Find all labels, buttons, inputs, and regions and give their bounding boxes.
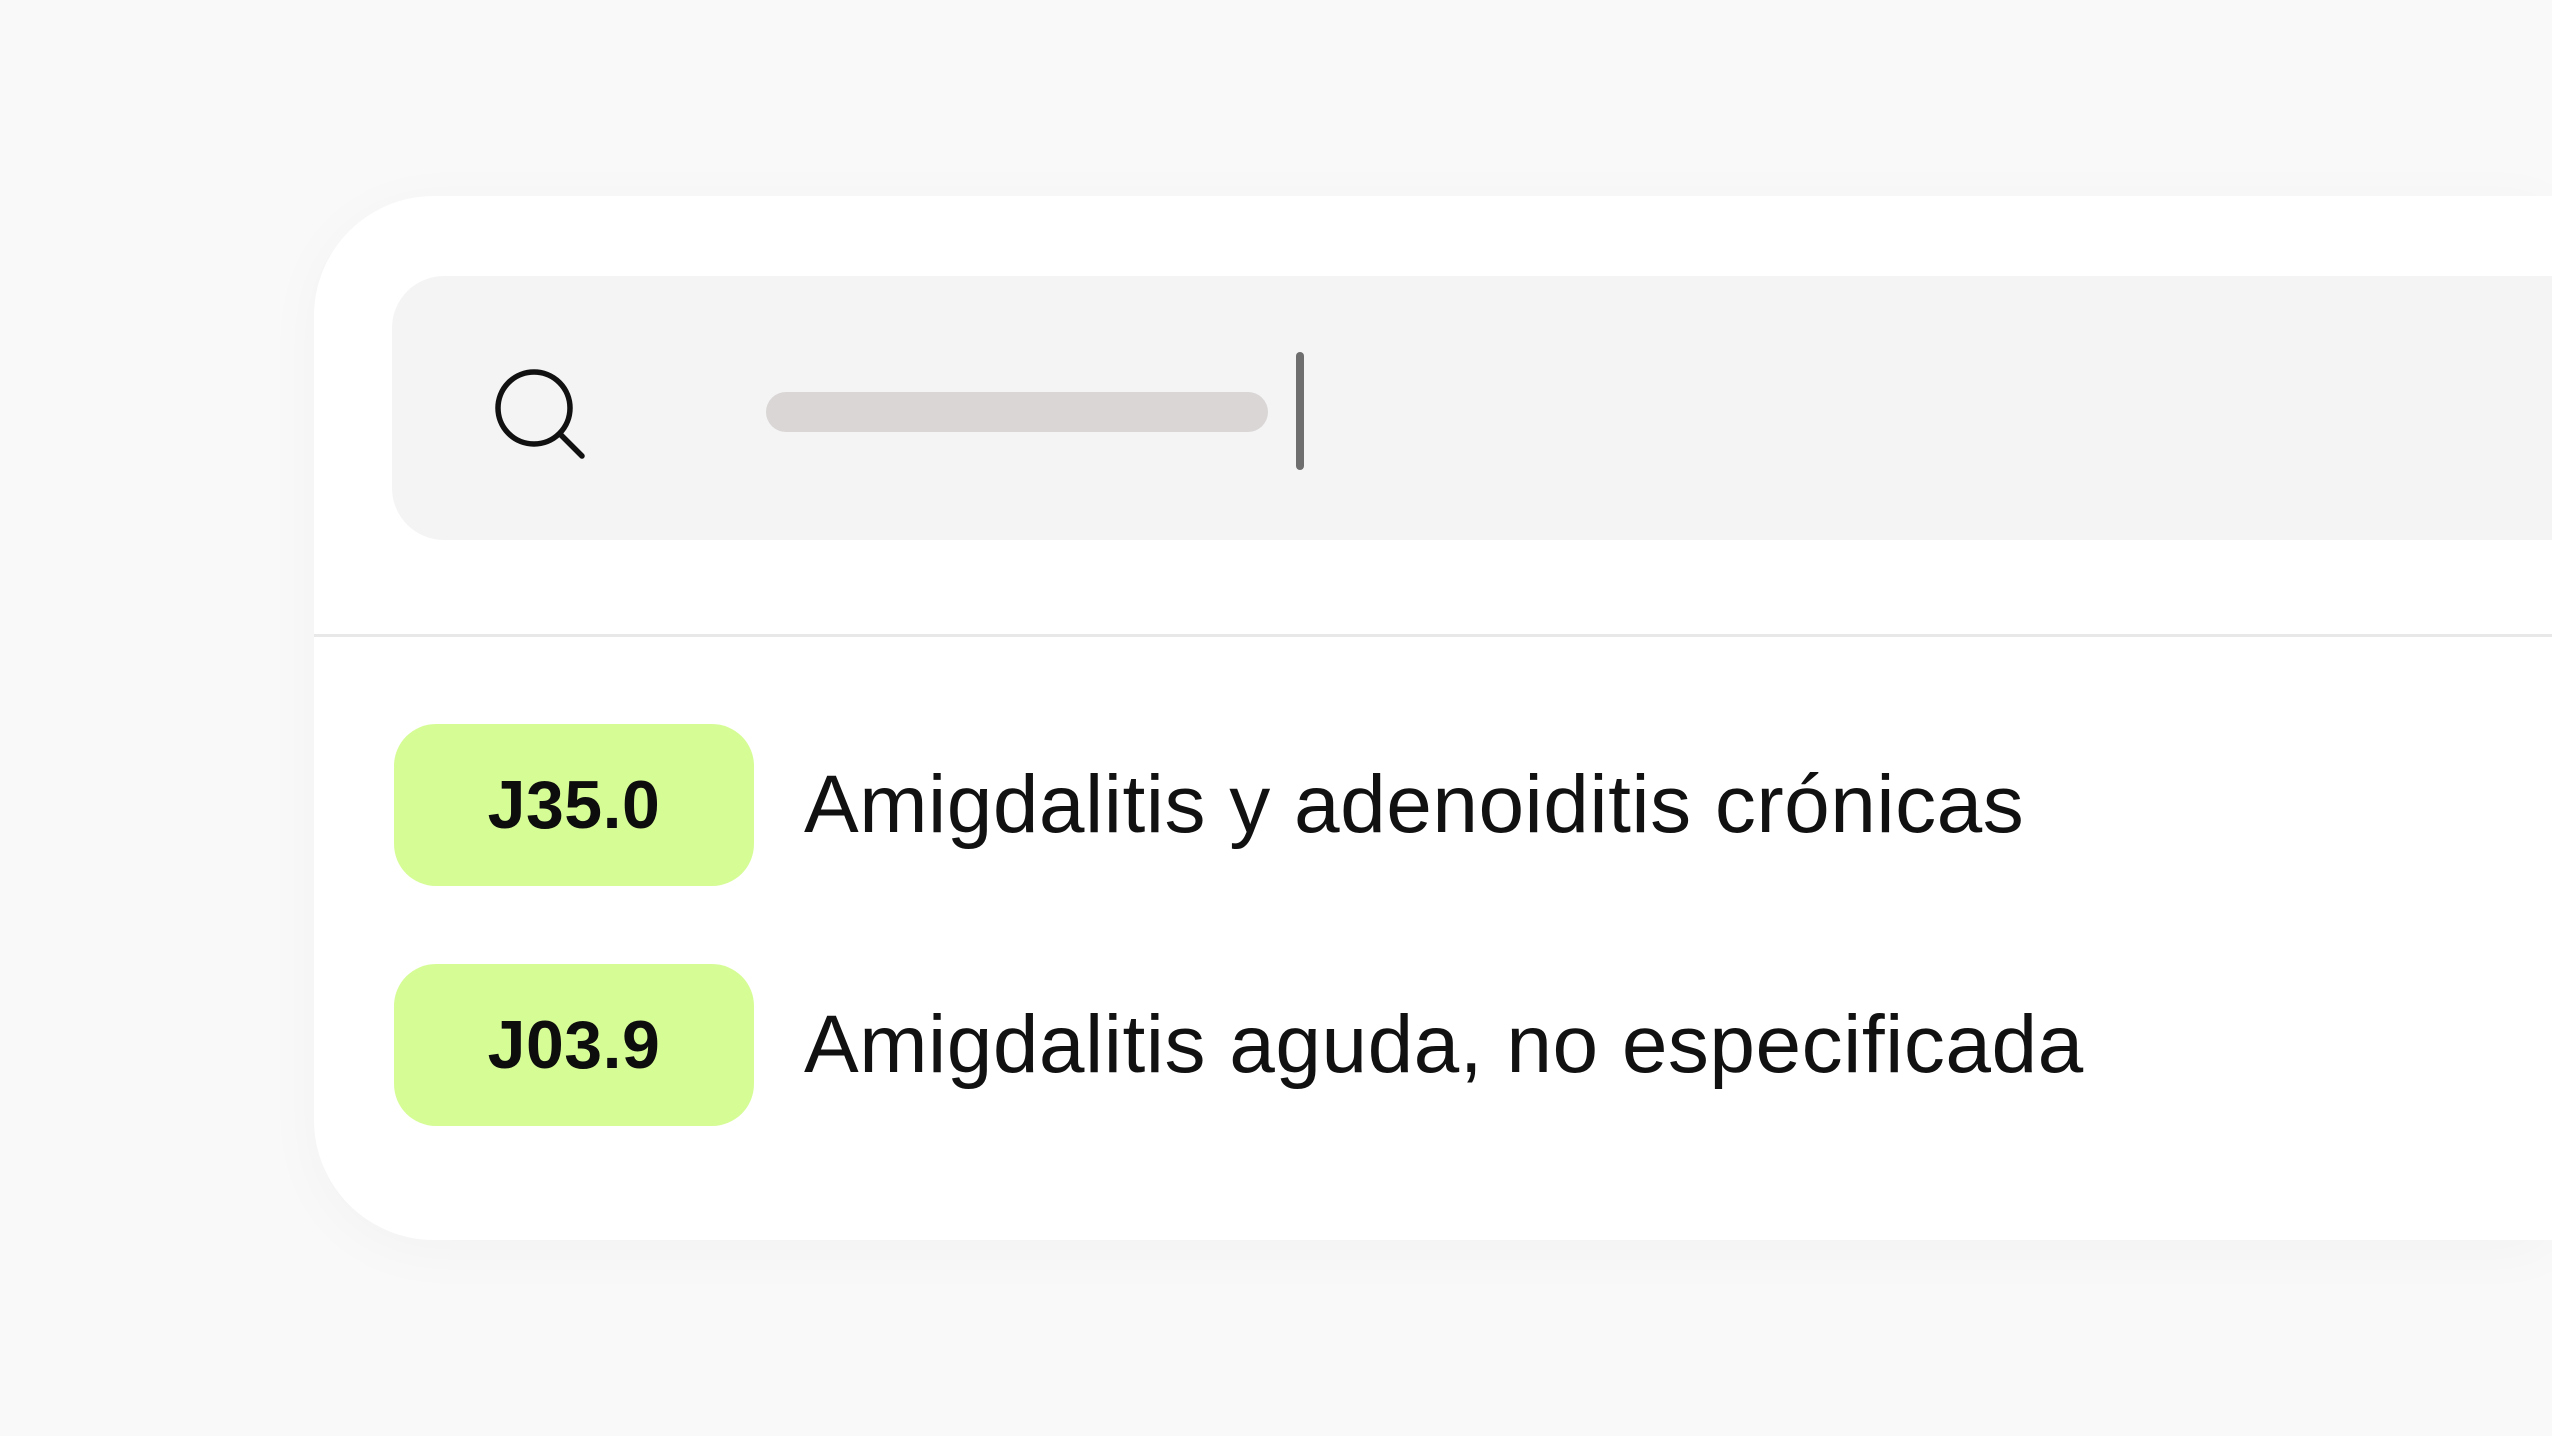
text-caret bbox=[1296, 352, 1304, 470]
search-bar[interactable] bbox=[392, 276, 2552, 540]
search-input[interactable] bbox=[682, 372, 1382, 452]
list-item[interactable]: J03.9 Amigdalitis aguda, no especificada bbox=[394, 964, 2494, 1126]
divider bbox=[314, 634, 2552, 637]
search-card: J35.0 Amigdalitis y adenoiditis crónicas… bbox=[314, 196, 2552, 1240]
code-badge: J35.0 bbox=[394, 724, 754, 886]
results-list: J35.0 Amigdalitis y adenoiditis crónicas… bbox=[394, 724, 2494, 1204]
list-item[interactable]: J35.0 Amigdalitis y adenoiditis crónicas bbox=[394, 724, 2494, 886]
code-badge: J03.9 bbox=[394, 964, 754, 1126]
result-label: Amigdalitis aguda, no especificada bbox=[804, 999, 2084, 1090]
result-label: Amigdalitis y adenoiditis crónicas bbox=[804, 759, 2025, 850]
search-icon bbox=[486, 360, 596, 470]
